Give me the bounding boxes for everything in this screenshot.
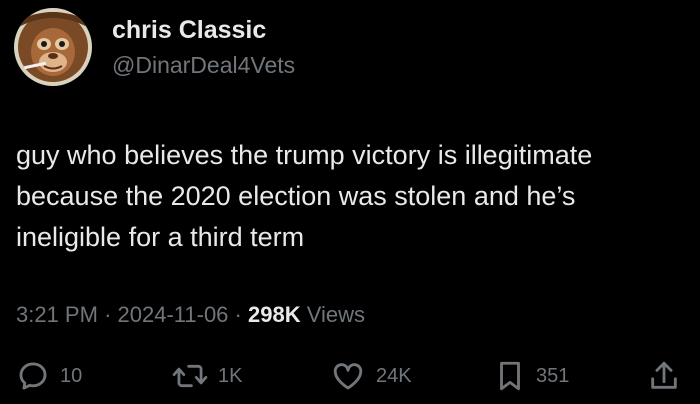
share-button[interactable]: [648, 356, 680, 396]
reply-button[interactable]: 10: [16, 356, 82, 396]
repost-count: 1K: [218, 364, 243, 387]
display-name[interactable]: chris Classic: [112, 14, 295, 46]
meta-separator: ·: [234, 302, 242, 327]
avatar[interactable]: [14, 8, 92, 86]
tweet-meta: 3:21 PM · 2024-11-06 · 298K Views: [16, 300, 365, 330]
bookmark-button[interactable]: 351: [494, 356, 569, 396]
timestamp-time[interactable]: 3:21 PM: [16, 302, 98, 327]
tweet: chris Classic @DinarDeal4Vets guy who be…: [0, 0, 700, 404]
action-bar: 10 1K 24K 351: [0, 356, 700, 396]
author-info: chris Classic @DinarDeal4Vets: [112, 14, 295, 80]
reply-icon: [19, 362, 47, 390]
meta-separator: ·: [104, 302, 112, 327]
share-icon: [651, 361, 677, 389]
reply-count: 10: [60, 364, 83, 387]
timestamp-date[interactable]: 2024-11-06: [118, 302, 229, 327]
like-button[interactable]: 24K: [330, 356, 412, 396]
bookmark-count: 351: [536, 364, 570, 387]
views-label: Views: [306, 302, 366, 327]
monkey-avatar-icon: [14, 8, 92, 86]
tweet-text: guy who believes the trump victory is il…: [16, 140, 593, 252]
bookmark-icon: [500, 361, 520, 391]
repost-button[interactable]: 1K: [172, 356, 242, 396]
repost-icon: [172, 364, 208, 388]
heart-icon: [333, 363, 363, 390]
user-handle[interactable]: @DinarDeal4Vets: [112, 50, 295, 80]
like-count: 24K: [376, 364, 412, 387]
views-count: 298K: [248, 302, 301, 327]
